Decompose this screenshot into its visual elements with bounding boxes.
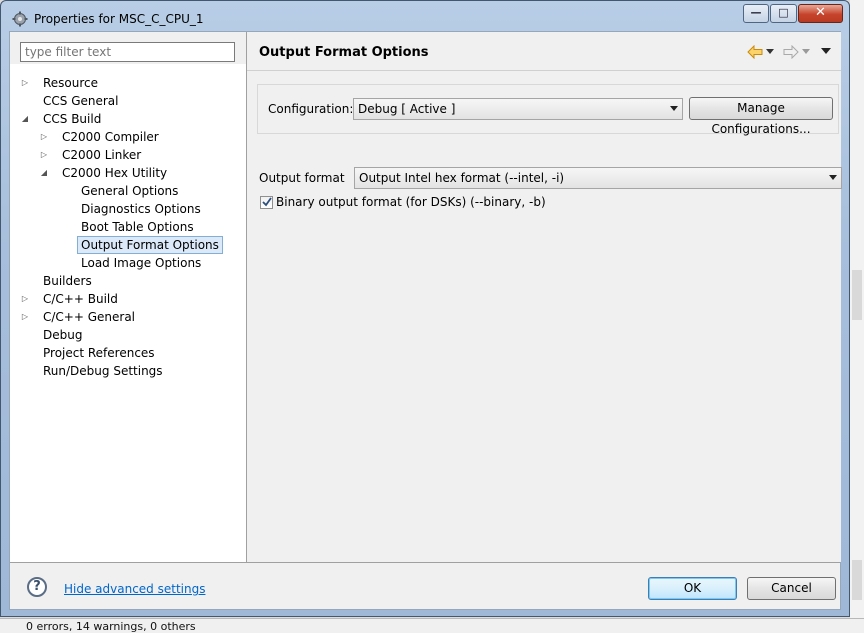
- tree-item-label: Boot Table Options: [81, 220, 194, 234]
- tree-item-label: Run/Debug Settings: [43, 364, 163, 378]
- output-format-select[interactable]: Output Intel hex format (--intel, -i): [354, 167, 842, 189]
- tree-item-output-format-options[interactable]: Output Format Options: [58, 236, 223, 254]
- configuration-select[interactable]: Debug [ Active ]: [353, 98, 683, 120]
- title-bar[interactable]: Properties for MSC_C_CPU_1 — □ ✕: [1, 1, 849, 34]
- chevron-down-icon: [829, 175, 837, 180]
- tree-item-label: CCS Build: [43, 112, 102, 126]
- configuration-label: Configuration:: [268, 102, 354, 116]
- minimize-button[interactable]: —: [743, 4, 769, 23]
- tree-item-label: C/C++ Build: [43, 292, 118, 306]
- minimize-icon: —: [750, 6, 762, 19]
- tree-item-ccs-general[interactable]: CCS General: [20, 92, 121, 110]
- tree-item-label: Diagnostics Options: [81, 202, 201, 216]
- binary-output-checkbox[interactable]: [260, 196, 273, 209]
- tree-item-label: Builders: [43, 274, 92, 288]
- forward-dropdown-icon[interactable]: [802, 49, 810, 55]
- tree-item-c2000-hex-utility[interactable]: ◢ C2000 Hex Utility: [39, 164, 170, 182]
- collapse-arrow-icon[interactable]: ◢: [20, 110, 30, 128]
- configuration-value: Debug [ Active ]: [358, 102, 456, 116]
- help-icon[interactable]: ?: [27, 577, 47, 597]
- hide-advanced-settings-link[interactable]: Hide advanced settings: [64, 582, 205, 596]
- configuration-group: Configuration: Debug [ Active ] Manage C…: [257, 84, 839, 136]
- checkmark-icon: [262, 197, 272, 207]
- tree-item-label: Debug: [43, 328, 83, 342]
- tree-item-label: C2000 Linker: [62, 148, 142, 162]
- tree-item-c2000-linker[interactable]: ▷ C2000 Linker: [39, 146, 144, 164]
- tree-item-builders[interactable]: Builders: [20, 272, 95, 290]
- tree-item-label: C2000 Hex Utility: [62, 166, 168, 180]
- header-separator: [247, 70, 841, 71]
- tree-item-label: CCS General: [43, 94, 119, 108]
- background-status-text: 0 errors, 14 warnings, 0 others: [26, 620, 196, 633]
- tree-item-label: Output Format Options: [77, 236, 223, 254]
- binary-output-label[interactable]: Binary output format (for DSKs) (--binar…: [276, 195, 546, 209]
- expand-arrow-icon[interactable]: ▷: [20, 290, 30, 308]
- collapse-arrow-icon[interactable]: ◢: [39, 164, 49, 182]
- window-title: Properties for MSC_C_CPU_1: [34, 12, 204, 26]
- cancel-button[interactable]: Cancel: [747, 577, 836, 600]
- settings-pane: Output Format Options Configuration: Deb…: [247, 32, 842, 562]
- page-title: Output Format Options: [259, 45, 429, 60]
- background-status-bar: 0 errors, 14 warnings, 0 others: [0, 618, 864, 633]
- tree-item-project-references[interactable]: Project References: [20, 344, 158, 362]
- tree-item-label: C/C++ General: [43, 310, 136, 324]
- back-arrow-icon[interactable]: [747, 45, 763, 59]
- view-menu-icon[interactable]: [821, 48, 831, 55]
- tree-item-label: Resource: [43, 76, 99, 90]
- expand-arrow-icon[interactable]: ▷: [39, 128, 49, 146]
- tree-item-debug[interactable]: Debug: [20, 326, 85, 344]
- properties-app-icon: [12, 11, 28, 27]
- tree-item-run-debug-settings[interactable]: Run/Debug Settings: [20, 362, 166, 380]
- tree-item-ccs-build[interactable]: ◢ CCS Build: [20, 110, 104, 128]
- close-icon: ✕: [815, 5, 826, 20]
- back-dropdown-icon[interactable]: [766, 49, 774, 55]
- maximize-button[interactable]: □: [770, 4, 797, 23]
- expand-arrow-icon[interactable]: ▷: [20, 308, 30, 326]
- manage-configurations-button[interactable]: Manage Configurations...: [689, 97, 833, 136]
- background-window-edge: [850, 0, 864, 618]
- tree-item-label: Load Image Options: [81, 256, 202, 270]
- tree-item-load-image-options[interactable]: Load Image Options: [58, 254, 204, 272]
- expand-arrow-icon[interactable]: ▷: [39, 146, 49, 164]
- output-format-value: Output Intel hex format (--intel, -i): [359, 171, 565, 185]
- expand-arrow-icon[interactable]: ▷: [20, 74, 30, 92]
- footer-separator: [10, 562, 840, 563]
- page-nav-toolbar: [745, 42, 837, 62]
- tree-item-diagnostics-options[interactable]: Diagnostics Options: [58, 200, 204, 218]
- chevron-down-icon: [670, 106, 678, 111]
- tree-item-label: C2000 Compiler: [62, 130, 159, 144]
- tree-item-label: Project References: [43, 346, 155, 360]
- tree-item-c2000-compiler[interactable]: ▷ C2000 Compiler: [39, 128, 162, 146]
- tree-item-boot-table-options[interactable]: Boot Table Options: [58, 218, 197, 236]
- tree-item-cpp-build[interactable]: ▷ C/C++ Build: [20, 290, 121, 308]
- output-format-label: Output format: [259, 171, 345, 185]
- tree-item-resource[interactable]: ▷ Resource: [20, 74, 101, 92]
- maximize-icon: □: [778, 6, 789, 19]
- forward-arrow-icon[interactable]: [783, 45, 799, 59]
- close-button[interactable]: ✕: [798, 4, 843, 23]
- property-tree: ▷ Resource CCS General ◢ CCS Build ▷ C2000 …: [10, 64, 246, 562]
- tree-item-label: General Options: [81, 184, 179, 198]
- tree-item-general-options[interactable]: General Options: [58, 182, 181, 200]
- ok-button[interactable]: OK: [648, 577, 737, 600]
- dialog-client-area: ▷ Resource CCS General ◢ CCS Build ▷ C2000 …: [9, 31, 842, 610]
- properties-dialog: Properties for MSC_C_CPU_1 — □ ✕ ▷ Resour…: [0, 0, 850, 617]
- tree-item-cpp-general[interactable]: ▷ C/C++ General: [20, 308, 138, 326]
- filter-input[interactable]: [20, 42, 235, 62]
